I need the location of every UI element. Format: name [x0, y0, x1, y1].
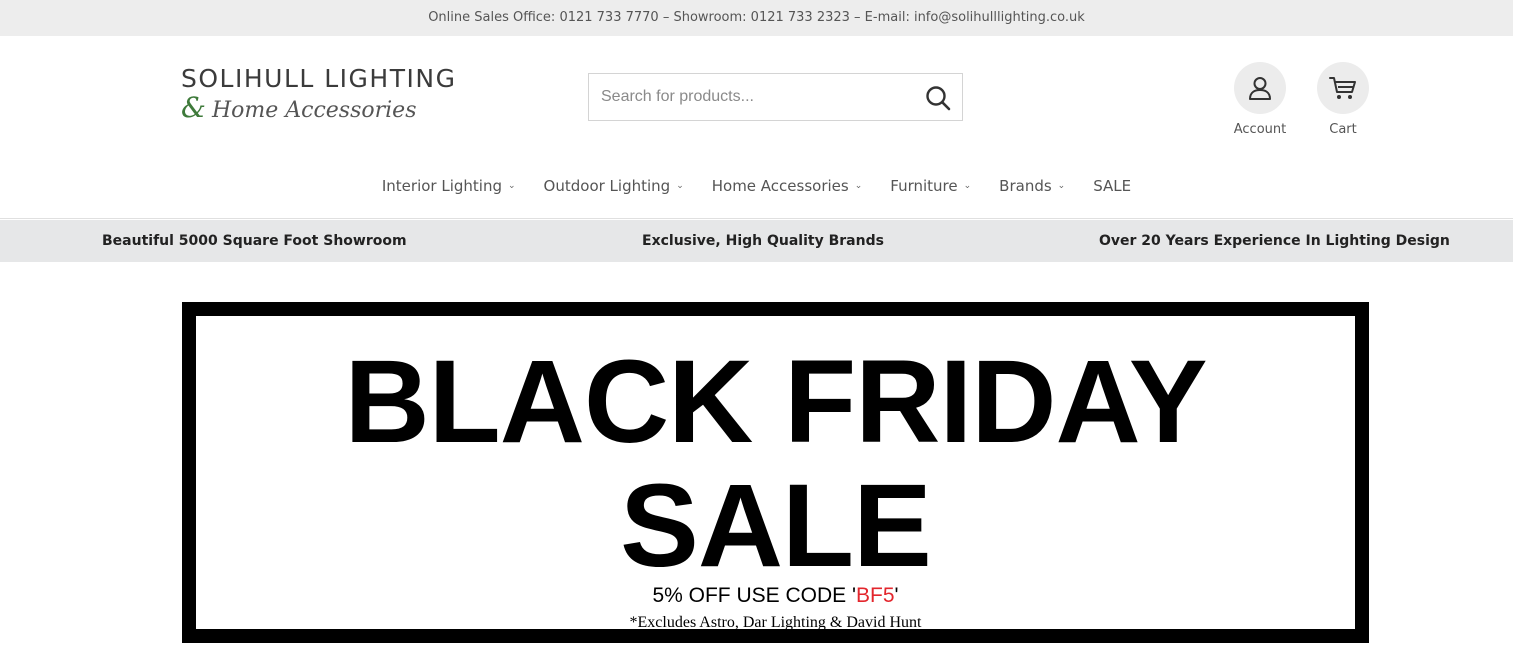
main-nav: Interior Lighting ⌄ Outdoor Lighting ⌄ Hom… [0, 176, 1513, 196]
chevron-down-icon: ⌄ [1057, 181, 1066, 191]
nav-item-interior-lighting[interactable]: Interior Lighting ⌄ [382, 176, 516, 196]
nav-item-brands[interactable]: Brands ⌄ [999, 176, 1065, 196]
search-button[interactable] [924, 84, 952, 112]
black-friday-banner[interactable]: BLACK FRIDAY SALE 5% OFF USE CODE 'BF5' … [182, 302, 1369, 643]
account-button[interactable]: Account [1220, 62, 1300, 137]
usp-bar: Beautiful 5000 Square Foot Showroom Excl… [0, 220, 1513, 262]
logo-subtitle-text: Home Accessories [211, 98, 417, 123]
usp-experience: Over 20 Years Experience In Lighting Des… [1099, 233, 1450, 249]
site-header: SOLIHULL LIGHTING &Home Accessories Acco… [0, 36, 1513, 219]
banner-promo-code: 5% OFF USE CODE 'BF5' [196, 584, 1355, 608]
nav-item-label: Interior Lighting [381, 177, 502, 195]
search-icon [926, 86, 951, 111]
nav-item-outdoor-lighting[interactable]: Outdoor Lighting ⌄ [544, 176, 684, 196]
top-contact-bar: Online Sales Office: 0121 733 7770 – Sho… [0, 0, 1513, 36]
account-label: Account [1233, 122, 1287, 137]
cart-icon-circle [1317, 62, 1369, 114]
promo-code: BF5 [856, 584, 895, 607]
chevron-down-icon: ⌄ [676, 181, 684, 191]
nav-item-label: Home Accessories [711, 177, 849, 195]
banner-title-line1: BLACK FRIDAY [344, 336, 1207, 468]
nav-item-label: Furniture [890, 177, 958, 195]
user-icon [1249, 77, 1271, 100]
banner-exclusions-note: *Excludes Astro, Dar Lighting & David Hu… [629, 614, 922, 631]
search-box [588, 73, 963, 121]
nav-item-furniture[interactable]: Furniture ⌄ [890, 176, 971, 196]
cart-label: Cart [1329, 122, 1357, 137]
chevron-down-icon: ⌄ [854, 181, 863, 191]
search-input[interactable] [589, 74, 909, 120]
nav-item-label: Brands [999, 177, 1052, 195]
site-logo[interactable]: SOLIHULL LIGHTING & Home Accessories [181, 64, 471, 126]
cart-icon [1329, 77, 1356, 99]
nav-item-home-accessories[interactable]: Home Accessories ⌄ [712, 176, 863, 196]
nav-item-label: SALE [1093, 177, 1132, 195]
promo-suffix: ' [894, 584, 899, 607]
nav-item-sale[interactable]: SALE [1093, 176, 1131, 196]
logo-title: SOLIHULL LIGHTING [181, 64, 457, 93]
chevron-down-icon: ⌄ [963, 181, 972, 191]
logo-subtitle: & Home Accessories [181, 94, 471, 125]
banner-title-line2: SALE [620, 460, 932, 592]
usp-brands: Exclusive, High Quality Brands [642, 233, 884, 249]
promo-prefix: 5% OFF USE CODE ' [652, 584, 856, 607]
usp-showroom: Beautiful 5000 Square Foot Showroom [102, 233, 407, 249]
contact-info: Online Sales Office: 0121 733 7770 – Sho… [428, 10, 1085, 25]
cart-button[interactable]: Cart [1303, 62, 1383, 137]
chevron-down-icon: ⌄ [508, 181, 516, 191]
logo-ampersand: & [181, 91, 206, 124]
nav-item-label: Outdoor Lighting [543, 177, 671, 195]
account-icon-circle [1234, 62, 1286, 114]
